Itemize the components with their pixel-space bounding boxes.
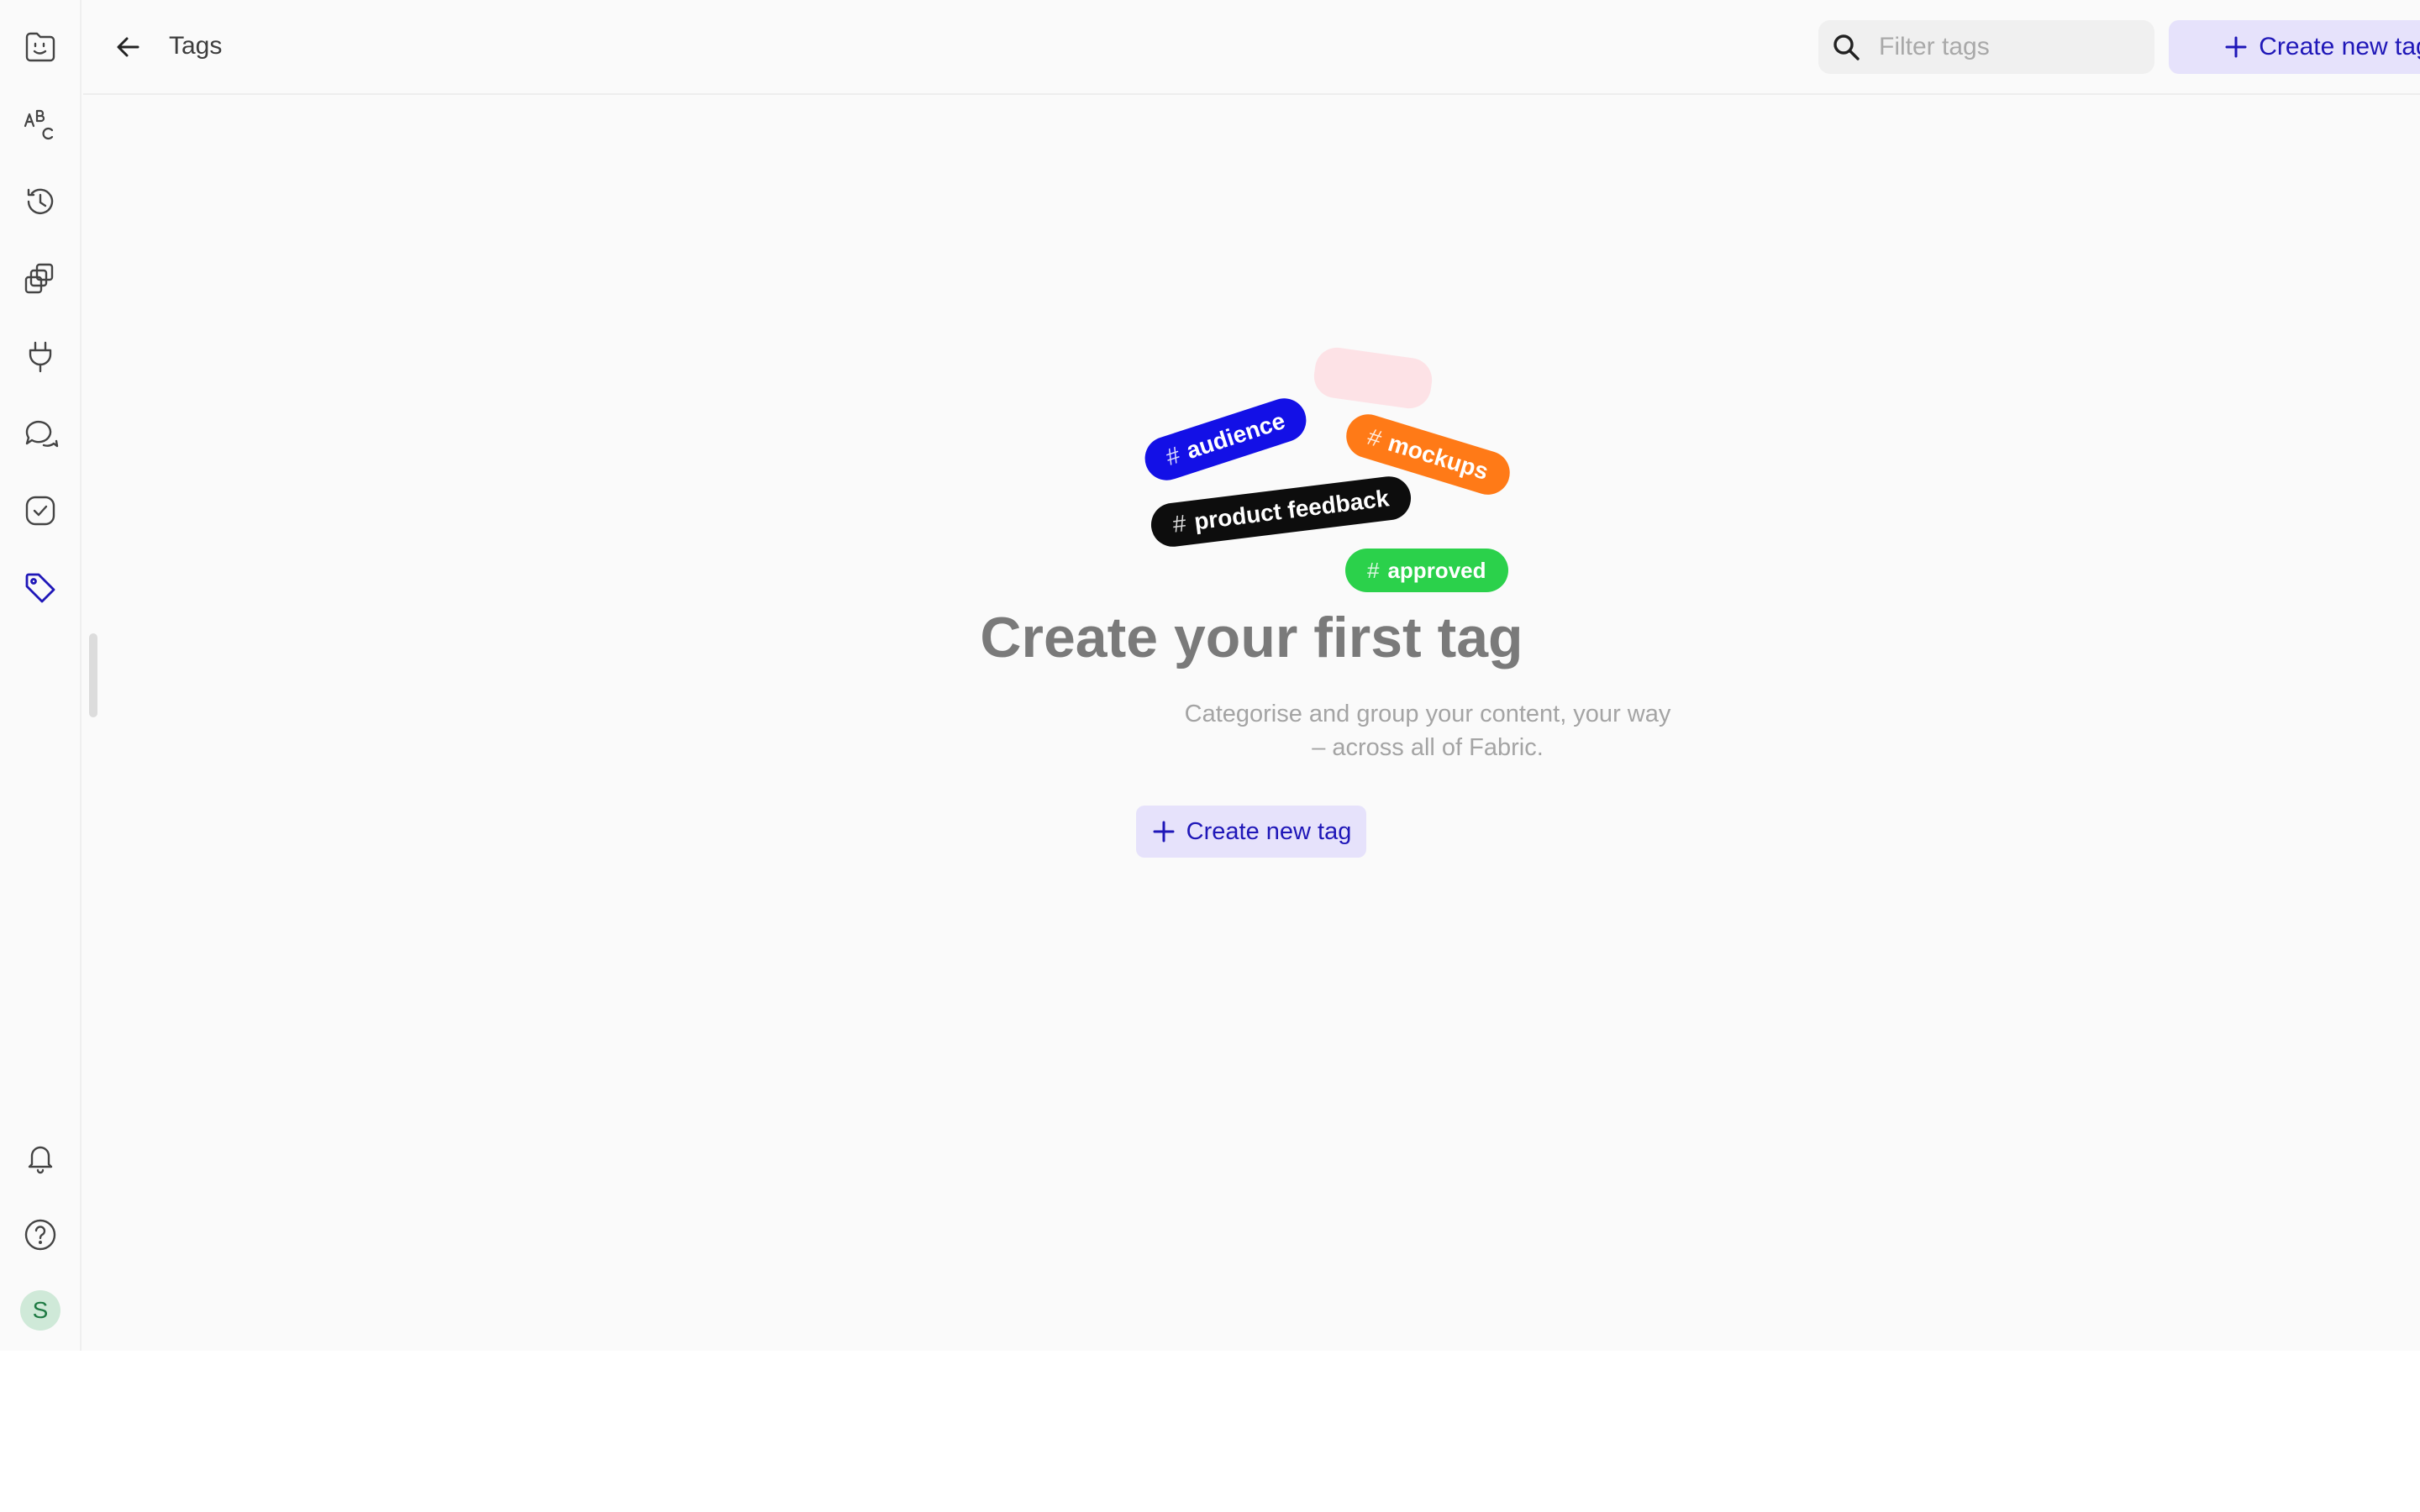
tags-empty-state: # audience # mockups # product feedback … xyxy=(83,97,2420,1351)
tag-pill-label: mockups xyxy=(1385,429,1491,486)
sidebar-item-integrations[interactable] xyxy=(15,331,66,381)
avatar[interactable]: S xyxy=(20,1290,60,1331)
back-button[interactable] xyxy=(105,24,152,71)
search-icon xyxy=(1833,34,1860,60)
sidebar-item-help[interactable] xyxy=(15,1210,66,1260)
sidebar-item-notifications[interactable] xyxy=(15,1132,66,1183)
description-line-2: – across all of Fabric. xyxy=(1312,734,1544,761)
tag-pill-product-feedback: # product feedback xyxy=(1148,474,1413,549)
fabric-logo-icon xyxy=(25,32,55,62)
sidebar-item-home[interactable] xyxy=(15,22,66,72)
chat-icon xyxy=(25,420,59,448)
spellcheck-icon xyxy=(24,109,54,140)
sidebar-item-spellcheck[interactable] xyxy=(15,99,66,150)
create-new-tag-label: Create new tag xyxy=(2259,33,2420,60)
create-new-tag-label: Create new tag xyxy=(1186,817,1352,845)
hash-icon: # xyxy=(1364,423,1385,453)
sidebar-item-history[interactable] xyxy=(15,176,66,227)
description-line-1: Categorise and group your content, your … xyxy=(1184,701,1671,727)
empty-state-title: Create your first tag xyxy=(980,606,1523,669)
empty-state-description: Categorise and group your content, your … xyxy=(1159,697,1697,764)
check-circle-icon xyxy=(25,496,55,526)
tag-pill-label: approved xyxy=(1387,557,1486,583)
create-new-tag-button[interactable]: Create new tag xyxy=(1136,806,1366,858)
tag-icon xyxy=(25,573,55,603)
help-icon xyxy=(24,1219,56,1251)
top-bar: Tags Create new tag xyxy=(83,0,2420,95)
history-icon xyxy=(27,188,54,214)
arrow-left-icon xyxy=(117,37,139,57)
app-window: S Tags Create new tag xyxy=(0,0,2420,1351)
plus-icon xyxy=(1153,821,1175,843)
tag-pill-audience: # audience xyxy=(1139,392,1313,486)
hash-icon: # xyxy=(1367,557,1380,583)
page-title: Tags xyxy=(169,32,223,60)
create-new-tag-button-header[interactable]: Create new tag xyxy=(2169,20,2420,74)
sidebar-item-tasks[interactable] xyxy=(15,486,66,536)
sidebar: S xyxy=(0,0,82,1351)
tags-illustration: # audience # mockups # product feedback … xyxy=(1058,323,1528,592)
plus-icon xyxy=(2225,36,2247,58)
sidebar-item-chat[interactable] xyxy=(15,408,66,459)
ghost-tag-pill xyxy=(1311,344,1435,412)
sidebar-item-spaces[interactable] xyxy=(15,254,66,304)
tag-pill-label: audience xyxy=(1182,407,1289,465)
plug-icon xyxy=(29,341,52,373)
tag-pill-label: product feedback xyxy=(1192,485,1391,535)
sidebar-item-tags[interactable] xyxy=(15,563,66,613)
tag-pill-approved: # approved xyxy=(1345,549,1508,592)
bell-icon xyxy=(28,1146,53,1174)
spaces-icon xyxy=(24,263,54,294)
filter-tags-search[interactable] xyxy=(1818,20,2154,74)
hash-icon: # xyxy=(1171,510,1188,538)
filter-tags-input[interactable] xyxy=(1879,33,2148,61)
hash-icon: # xyxy=(1162,441,1184,470)
